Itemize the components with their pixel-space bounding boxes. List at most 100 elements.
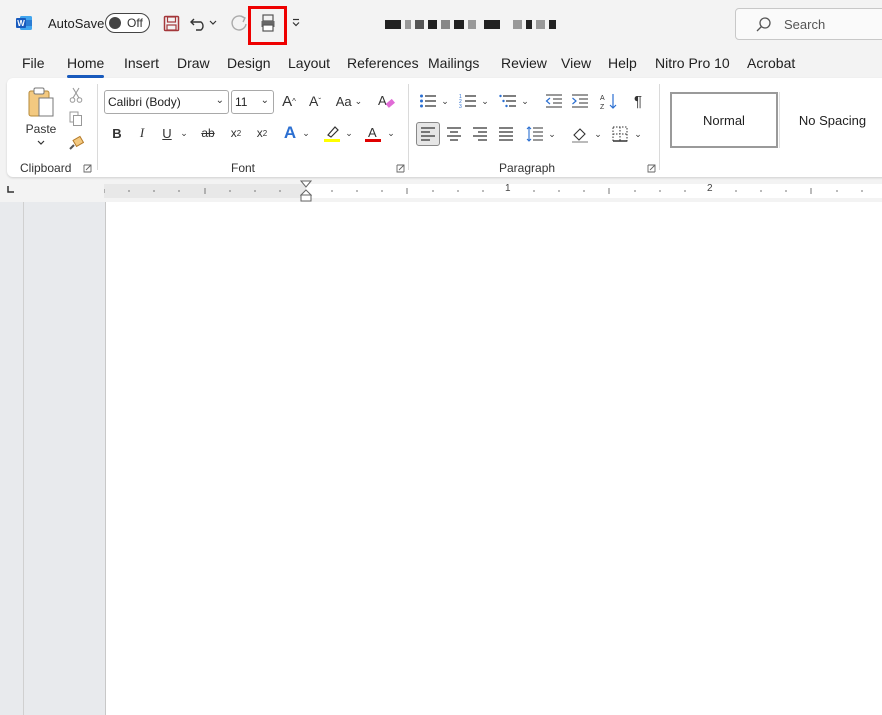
ribbon-tabs: File Home Insert Draw Design Layout Refe… [0, 50, 882, 78]
tab-insert[interactable]: Insert [124, 55, 159, 71]
font-launcher-icon[interactable] [396, 164, 405, 173]
sort-icon[interactable]: AZ [598, 90, 620, 112]
justify-icon[interactable] [495, 122, 517, 146]
paragraph-launcher-icon[interactable] [647, 164, 656, 173]
tab-view[interactable]: View [561, 55, 591, 71]
undo-dropdown-icon[interactable] [206, 12, 220, 34]
tab-file[interactable]: File [22, 55, 45, 71]
tab-stop-selector-icon[interactable] [6, 185, 15, 194]
clear-formatting-icon[interactable]: A [375, 90, 397, 112]
chevron-down-icon[interactable]: ⌄ [385, 122, 397, 144]
chevron-down-icon[interactable]: ⌄ [343, 122, 355, 144]
search-icon [756, 17, 771, 32]
toggle-knob [109, 17, 121, 29]
separator [408, 84, 409, 170]
save-icon[interactable] [160, 12, 182, 34]
chevron-down-icon[interactable]: ⌄ [592, 122, 604, 146]
clipboard-launcher-icon[interactable] [83, 164, 92, 173]
chevron-down-icon[interactable]: ⌄ [300, 122, 312, 144]
tab-review[interactable]: Review [501, 55, 547, 71]
ruler-mark: 2 [707, 183, 713, 194]
vertical-ruler-line [23, 202, 24, 715]
tab-acrobat[interactable]: Acrobat [747, 55, 795, 71]
superscript-button[interactable]: x2 [252, 122, 272, 144]
ruler-mark: 1 [505, 183, 511, 194]
style-normal-label: Normal [703, 112, 745, 128]
format-painter-icon[interactable] [67, 134, 85, 152]
strikethrough-button[interactable]: ab [198, 122, 218, 144]
font-name-value: Calibri (Body) [108, 95, 181, 109]
chevron-down-icon[interactable]: ⌄ [546, 122, 558, 146]
paste-label[interactable]: Paste [25, 122, 57, 136]
chevron-down-icon[interactable]: ⌄ [178, 122, 190, 144]
font-group-label: Font [231, 161, 256, 175]
shrink-font-icon[interactable]: Aˇ [304, 90, 326, 112]
document-title-redacted [385, 20, 556, 32]
document-page[interactable] [105, 202, 882, 715]
word-logo-icon: W [16, 16, 32, 30]
paste-icon[interactable] [25, 84, 57, 120]
bullets-icon[interactable] [417, 90, 439, 112]
tab-references[interactable]: References [347, 55, 419, 71]
italic-button[interactable]: I [133, 122, 151, 144]
separator [659, 84, 660, 170]
change-case-label: Aa [335, 93, 352, 109]
underline-button[interactable]: U [158, 122, 176, 144]
font-color-icon[interactable]: A [362, 122, 384, 144]
redo-icon[interactable] [228, 12, 250, 34]
highlight-color-icon[interactable] [321, 122, 343, 144]
show-formatting-marks-icon[interactable]: ¶ [627, 90, 649, 112]
change-case-button[interactable]: Aa ⌄ [332, 90, 366, 112]
chevron-down-icon: ⌄ [215, 95, 224, 106]
text-effects-icon[interactable]: A [280, 122, 300, 144]
copy-icon[interactable] [67, 110, 85, 128]
title-bar: W AutoSave Off Search [0, 0, 882, 48]
clipboard-group-label: Clipboard [20, 161, 72, 175]
indent-markers-icon[interactable] [300, 180, 312, 202]
paragraph-group-label: Paragraph [499, 161, 556, 175]
font-name-dropdown[interactable]: Calibri (Body) ⌄ [104, 90, 229, 114]
customize-quick-access-icon[interactable] [289, 12, 303, 34]
style-no-spacing[interactable]: No Spacing [779, 92, 882, 148]
numbering-icon[interactable]: 123 [457, 90, 479, 112]
svg-text:A: A [600, 95, 605, 102]
horizontal-ruler[interactable]: 1 2 [0, 180, 882, 202]
search-placeholder: Search [784, 17, 826, 32]
decrease-indent-icon[interactable] [543, 90, 565, 112]
align-right-icon[interactable] [469, 122, 491, 146]
style-normal[interactable]: Normal [670, 92, 778, 148]
tab-layout[interactable]: Layout [288, 55, 330, 71]
cut-icon[interactable] [67, 86, 85, 104]
chevron-down-icon[interactable]: ⌄ [519, 90, 531, 112]
align-center-icon[interactable] [443, 122, 465, 146]
search-box[interactable]: Search [735, 8, 882, 40]
ribbon-home: Paste Clipboard Calibri (Body) ⌄ 11 ⌄ A ^… [7, 78, 882, 177]
increase-indent-icon[interactable] [569, 90, 591, 112]
tab-home[interactable]: Home [67, 55, 105, 78]
tab-mailings[interactable]: Mailings [428, 55, 479, 71]
shading-icon[interactable] [569, 122, 591, 146]
subscript-button[interactable]: x2 [226, 122, 246, 144]
chevron-down-icon[interactable]: ⌄ [632, 122, 644, 146]
autosave-label: AutoSave [48, 16, 105, 31]
autosave-toggle[interactable]: Off [105, 13, 150, 33]
font-size-dropdown[interactable]: 11 ⌄ [231, 90, 274, 114]
tab-design[interactable]: Design [227, 55, 271, 71]
align-left-icon[interactable] [416, 122, 440, 146]
grow-font-icon[interactable]: A ^ [278, 90, 300, 112]
style-no-spacing-label: No Spacing [798, 112, 867, 128]
ruler-ticks [104, 188, 863, 194]
tab-nitro-pro[interactable]: Nitro Pro 10 [655, 55, 730, 71]
highlight-box [248, 6, 287, 45]
bold-button[interactable]: B [108, 122, 126, 144]
tab-draw[interactable]: Draw [177, 55, 210, 71]
borders-icon[interactable] [609, 122, 631, 146]
svg-text:A: A [378, 93, 387, 108]
paste-dropdown-icon[interactable] [35, 138, 47, 148]
tab-help[interactable]: Help [608, 55, 637, 71]
line-spacing-icon[interactable] [524, 122, 546, 146]
svg-text:A: A [368, 125, 377, 140]
chevron-down-icon[interactable]: ⌄ [439, 90, 451, 112]
chevron-down-icon[interactable]: ⌄ [479, 90, 491, 112]
multilevel-list-icon[interactable] [497, 90, 519, 112]
